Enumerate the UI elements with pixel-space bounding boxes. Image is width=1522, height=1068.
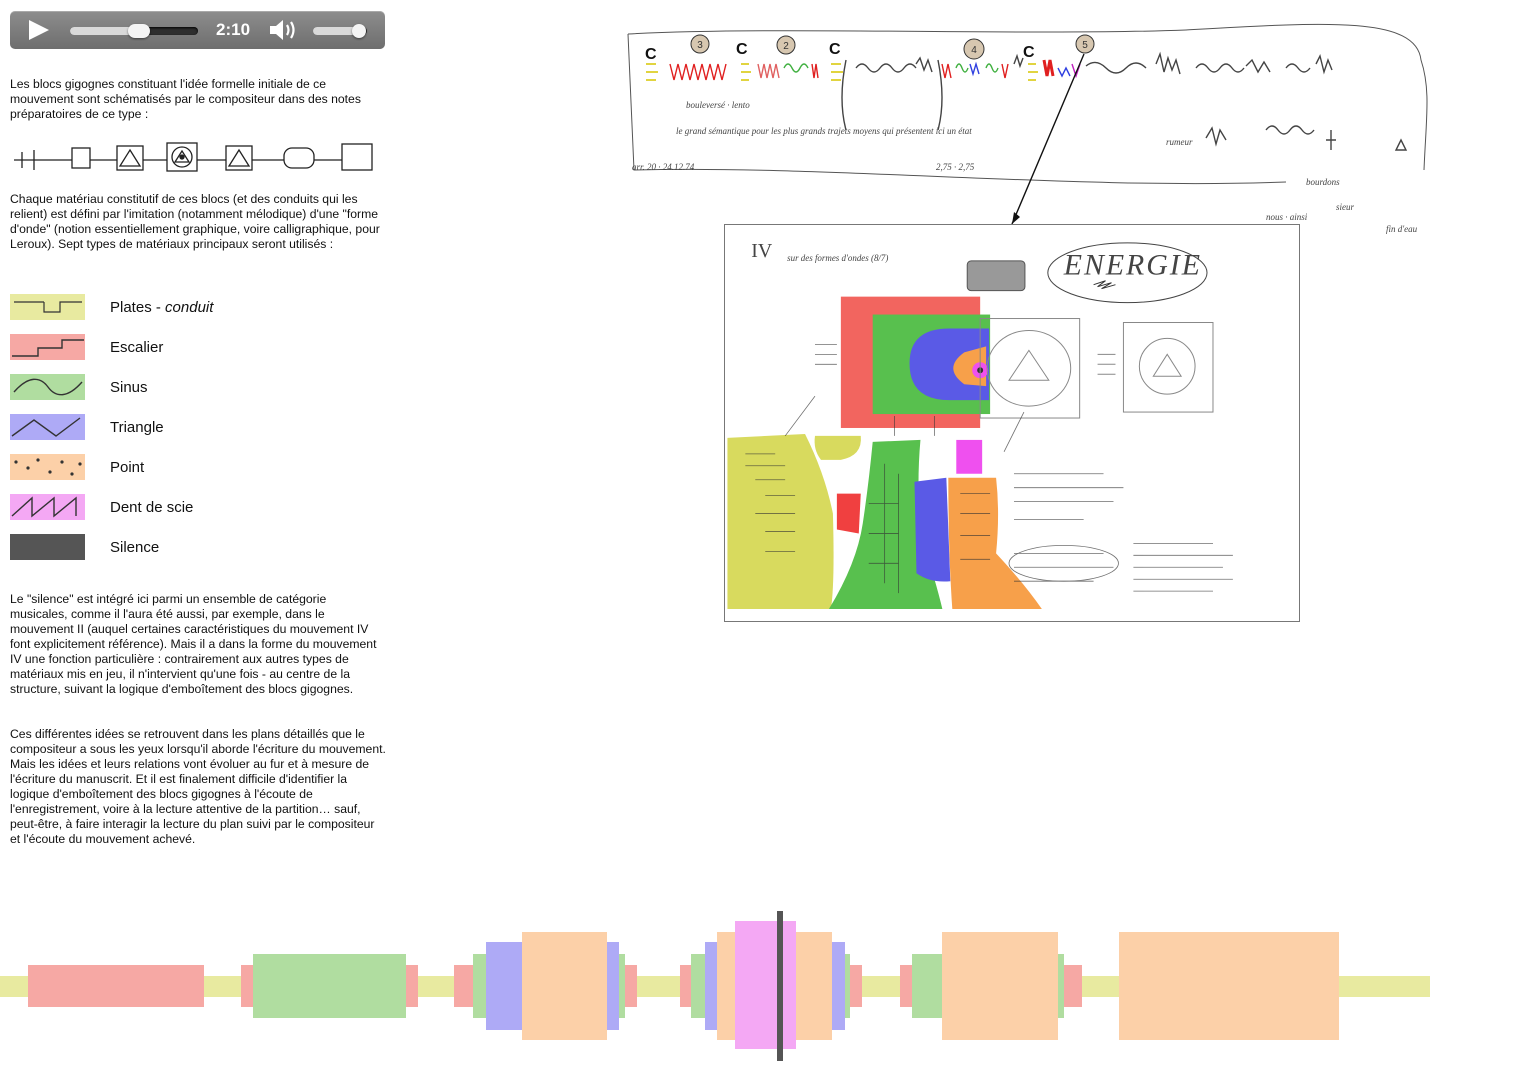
timeline-block-escalier[interactable] (900, 965, 912, 1007)
svg-text:rumeur: rumeur (1166, 137, 1193, 147)
volume-icon[interactable] (268, 18, 298, 42)
svg-text:bourdons: bourdons (1306, 177, 1340, 187)
preparatory-sketch-main: IV sur des formes d'ondes (8/7) ENERGIE (724, 224, 1300, 622)
materials-paragraph: Chaque matériau constitutif de ces blocs… (10, 192, 380, 251)
sketch-label-c2: C (736, 41, 748, 58)
volume-slider[interactable] (313, 24, 367, 38)
current-time: 2:10 (216, 20, 251, 39)
sketch-energy-word: ENERGIE (1063, 249, 1202, 282)
legend-item-plates: Plates - conduit (10, 294, 310, 320)
intro-paragraph: Les blocs gigognes constituant l'idée fo… (10, 77, 361, 121)
point-pattern-icon (10, 454, 85, 480)
timeline-block-escalier[interactable] (625, 965, 637, 1007)
timeline-block-escalier[interactable] (454, 965, 473, 1007)
audio-player: 2:10 (10, 11, 385, 49)
preparatory-sketch-top: C C C C 3 2 4 5 bouleversé · lento le gr… (627, 23, 1428, 234)
timeline-block-dent[interactable] (735, 921, 796, 1049)
structure-timeline[interactable] (0, 908, 1522, 1068)
legend-label: Sinus (110, 379, 148, 396)
sketch-circle-label-2: 2 (783, 41, 789, 52)
timeline-block-escalier[interactable] (241, 965, 253, 1007)
legend-item-dent-de-scie: Dent de scie (10, 494, 310, 520)
timeline-block-point[interactable] (717, 932, 735, 1040)
timeline-block-escalier[interactable] (28, 965, 204, 1007)
nested-blocks-diagram (14, 142, 373, 172)
legend-label: Point (110, 459, 145, 476)
legend-item-point: Point (10, 454, 310, 480)
plates-wave-icon (10, 294, 85, 320)
legend-label: Silence (110, 539, 160, 556)
timeline-block-triangle[interactable] (486, 942, 522, 1030)
timeline-block-escalier[interactable] (1064, 965, 1082, 1007)
svg-text:nous · ainsi: nous · ainsi (1266, 212, 1308, 222)
sketch-movement-numeral: IV (751, 240, 773, 262)
legend-item-escalier: Escalier (10, 334, 310, 360)
legend-item-triangle: Triangle (10, 414, 310, 440)
sketch-label-c1: C (645, 46, 657, 63)
timeline-block-point[interactable] (942, 932, 1058, 1040)
sketch-label-c4: C (1023, 44, 1035, 61)
svg-text:sieur: sieur (1336, 202, 1354, 212)
timeline-block-point[interactable] (1119, 932, 1339, 1040)
legend-label: Plates - conduit (110, 299, 214, 316)
timeline-block-escalier[interactable] (680, 965, 691, 1007)
legend-label: Dent de scie (110, 499, 194, 516)
timeline-block-point[interactable] (796, 932, 832, 1040)
timeline-block-triangle[interactable] (607, 942, 619, 1030)
sketch-circle-label-4: 4 (971, 45, 977, 56)
sketch-label-c3: C (829, 41, 841, 58)
svg-text:sur des formes d'ondes (8/7): sur des formes d'ondes (8/7) (787, 253, 888, 263)
timeline-block-escalier[interactable] (850, 965, 862, 1007)
silence-icon (10, 534, 85, 560)
timeline-block-sinus[interactable] (691, 954, 705, 1018)
legend-item-sinus: Sinus (10, 374, 310, 400)
silence-paragraph: Le "silence" est intégré ici parmi un en… (10, 592, 377, 696)
svg-text:arr. 20 · 24.12.74: arr. 20 · 24.12.74 (632, 162, 695, 172)
sine-wave-icon (10, 374, 85, 400)
legend-item-silence: Silence (10, 534, 310, 560)
timeline-block-escalier[interactable] (406, 965, 418, 1007)
legend-label: Triangle (110, 419, 164, 436)
timeline-block-sinus[interactable] (912, 954, 942, 1018)
timeline-block-point[interactable] (522, 932, 607, 1040)
svg-text:fin d'eau: fin d'eau (1386, 224, 1418, 234)
play-icon[interactable] (29, 20, 49, 40)
svg-text:le grand sémantique pour les p: le grand sémantique pour les plus grands… (676, 126, 972, 136)
timeline-block-triangle[interactable] (705, 942, 717, 1030)
svg-text:2,75 · 2,75: 2,75 · 2,75 (936, 162, 975, 172)
timeline-block-triangle[interactable] (832, 942, 845, 1030)
sketch-circle-label-3: 3 (697, 40, 703, 51)
legend-label: Escalier (110, 339, 164, 356)
timeline-playhead[interactable] (777, 911, 783, 1061)
stair-wave-icon (10, 334, 85, 360)
plans-paragraph: Ces différentes idées se retrouvent dans… (10, 727, 386, 846)
sketch-circle-label-5: 5 (1082, 40, 1088, 51)
volume-handle[interactable] (352, 24, 367, 38)
sawtooth-wave-icon (10, 494, 85, 520)
timeline-block-sinus[interactable] (473, 954, 486, 1018)
triangle-wave-icon (10, 414, 85, 440)
seek-handle[interactable] (128, 24, 151, 38)
seek-slider[interactable] (70, 24, 198, 38)
svg-text:bouleversé · lento: bouleversé · lento (686, 100, 750, 110)
timeline-block-sinus[interactable] (253, 954, 406, 1018)
